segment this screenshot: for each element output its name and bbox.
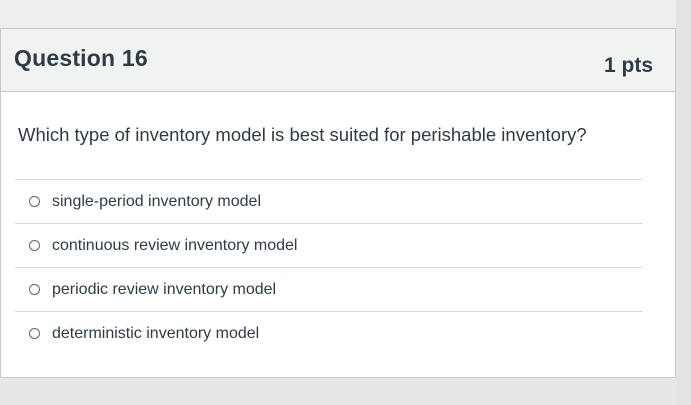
answer-option-single-period[interactable]: single-period inventory model [15, 179, 643, 223]
answer-option-periodic-review[interactable]: periodic review inventory model [15, 267, 643, 311]
answer-list: single-period inventory model continuous… [15, 179, 643, 355]
radio-button-icon[interactable] [29, 328, 40, 339]
answer-label[interactable]: continuous review inventory model [52, 237, 297, 255]
question-text: Which type of inventory model is best su… [18, 124, 587, 145]
page-scroll-margin [676, 0, 691, 405]
answer-option-continuous-review[interactable]: continuous review inventory model [15, 223, 643, 267]
question-points: 1 pts [603, 54, 653, 77]
radio-button-icon[interactable] [29, 240, 40, 251]
answer-option-deterministic[interactable]: deterministic inventory model [15, 311, 643, 355]
question-title: Question 16 [14, 45, 148, 71]
question-card: Question 16 1 pts Which type of inventor… [0, 28, 676, 378]
answer-label[interactable]: periodic review inventory model [52, 281, 276, 299]
answer-label[interactable]: deterministic inventory model [52, 325, 259, 343]
answer-label[interactable]: single-period inventory model [52, 193, 261, 211]
quiz-page: Question 16 1 pts Which type of inventor… [0, 0, 691, 405]
radio-button-icon[interactable] [29, 196, 40, 207]
radio-button-icon[interactable] [29, 284, 40, 295]
question-header: Question 16 1 pts [1, 29, 675, 92]
